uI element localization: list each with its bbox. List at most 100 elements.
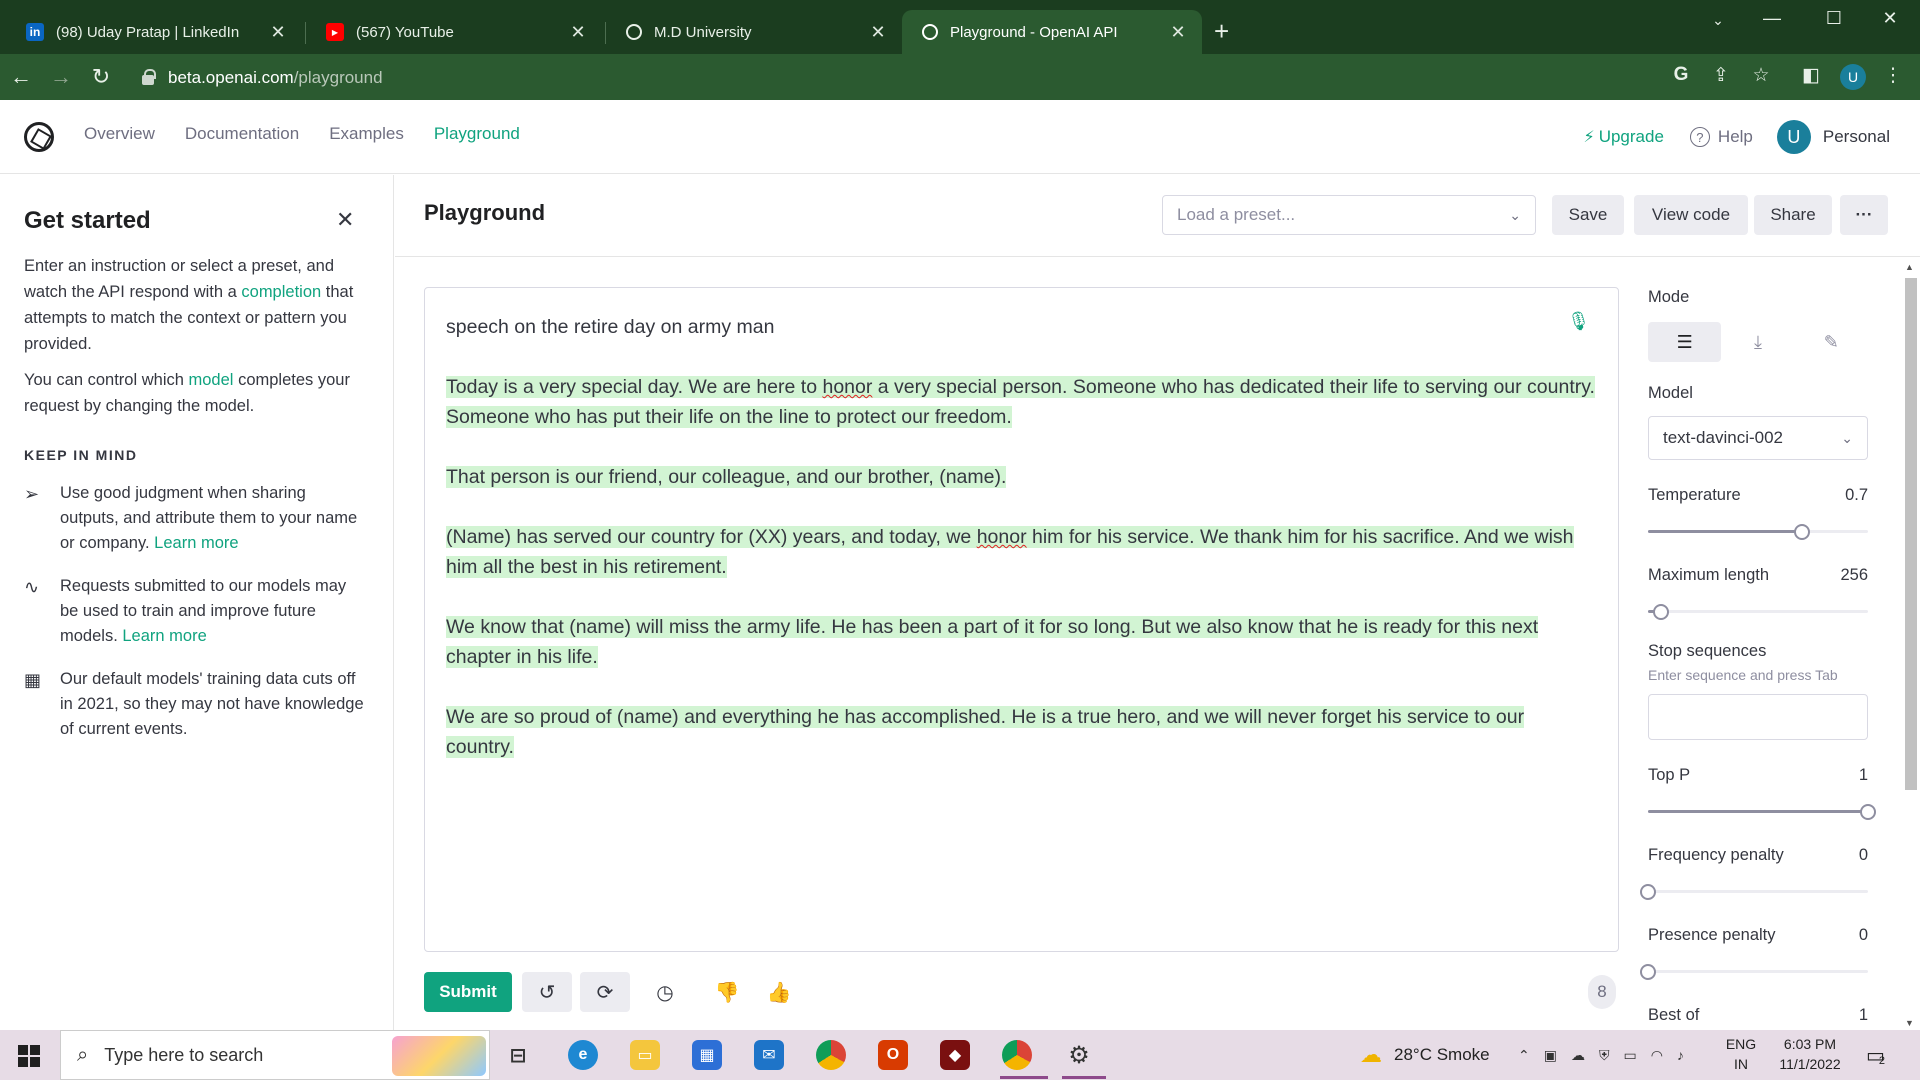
back-icon[interactable]: ← (6, 64, 36, 90)
mode-edit-icon[interactable]: ✎ (1795, 322, 1868, 362)
share-button[interactable]: Share (1754, 195, 1832, 235)
office-icon[interactable]: O (878, 1040, 908, 1070)
top-p-slider[interactable] (1648, 804, 1876, 820)
onedrive-icon[interactable]: ☁ (1571, 1047, 1585, 1064)
file-explorer-icon[interactable]: ▭ (630, 1040, 660, 1070)
user-avatar[interactable]: U (1776, 120, 1811, 154)
store-icon[interactable]: ▦ (692, 1040, 722, 1070)
save-button[interactable]: Save (1552, 195, 1624, 235)
scroll-up-icon[interactable]: ▲ (1905, 262, 1914, 272)
prompt-editor[interactable]: 🎙 speech on the retire day on army man T… (424, 287, 1619, 952)
scrollbar[interactable]: ▲ ▼ (1902, 260, 1918, 1032)
chevron-up-icon[interactable]: ⌃ (1518, 1047, 1530, 1064)
view-code-button[interactable]: View code (1634, 195, 1748, 235)
mode-complete-icon[interactable]: ☰ (1648, 322, 1722, 362)
bookmark-star-icon[interactable]: ☆ (1748, 64, 1774, 87)
account-name[interactable]: Personal (1823, 127, 1890, 147)
tab-youtube[interactable]: ▶ (567) YouTube ✕ (306, 10, 602, 54)
nav-playground[interactable]: Playground (434, 124, 520, 144)
wifi-icon[interactable]: ◠ (1651, 1047, 1663, 1064)
chrome-icon[interactable] (816, 1040, 846, 1070)
maximize-icon[interactable]: ☐ (1814, 8, 1854, 29)
nav-documentation[interactable]: Documentation (185, 124, 299, 144)
windows-start-icon[interactable] (18, 1045, 40, 1067)
browser-menu-icon[interactable]: ⋮ (1880, 64, 1906, 87)
submit-button[interactable]: Submit (424, 972, 512, 1012)
lock-icon (142, 69, 156, 85)
meet-icon[interactable]: ▣ (1544, 1047, 1557, 1064)
help-link[interactable]: ? Help (1689, 127, 1753, 147)
security-icon[interactable]: ⛨ (1599, 1047, 1610, 1064)
slider-thumb[interactable] (1653, 604, 1670, 620)
reload-icon[interactable]: ↻ (86, 64, 116, 90)
presence-penalty-slider[interactable] (1640, 964, 1868, 980)
top-p-label: Top P (1648, 766, 1691, 784)
stop-sequences-input[interactable] (1648, 694, 1868, 740)
close-tab-icon[interactable]: ✕ (568, 22, 588, 43)
close-panel-icon[interactable]: ✕ (336, 207, 354, 233)
mail-icon[interactable]: ✉ (754, 1040, 784, 1070)
thumbs-down-icon[interactable]: 👎 (702, 972, 752, 1012)
regenerate-icon[interactable]: ⟳ (580, 972, 630, 1012)
completion-link[interactable]: completion (241, 283, 321, 301)
tab-md-university[interactable]: M.D University ✕ (606, 10, 902, 54)
close-tab-icon[interactable]: ✕ (868, 22, 888, 43)
slider-thumb[interactable] (1640, 884, 1656, 900)
learn-more-link[interactable]: Learn more (154, 534, 238, 552)
model-link[interactable]: model (189, 371, 234, 389)
tab-linkedin[interactable]: in (98) Uday Pratap | LinkedIn ✕ (6, 10, 302, 54)
completion-text: We know that (name) will miss the army l… (446, 616, 1539, 668)
model-select[interactable]: text-davinci-002 ⌄ (1648, 416, 1868, 460)
browser-profile-avatar[interactable]: U (1840, 64, 1866, 90)
share-icon[interactable]: ⇪ (1708, 64, 1734, 87)
chrome-profile-icon[interactable] (1002, 1040, 1032, 1070)
learn-more-link[interactable]: Learn more (122, 627, 206, 645)
slider-thumb[interactable] (1640, 964, 1656, 980)
url-field[interactable]: beta.openai.com/playground (142, 64, 1762, 92)
nav-examples[interactable]: Examples (329, 124, 404, 144)
minimize-icon[interactable]: — (1752, 8, 1792, 29)
undo-icon[interactable]: ↺ (522, 972, 572, 1012)
completion-text-part: Today is a very special day. We are here… (446, 376, 823, 398)
max-length-slider[interactable] (1648, 604, 1868, 620)
volume-icon[interactable]: ♪ (1677, 1047, 1684, 1063)
edge-icon[interactable]: e (568, 1040, 598, 1070)
scroll-down-icon[interactable]: ▼ (1905, 1018, 1914, 1028)
upgrade-link[interactable]: ⚡ Upgrade (1583, 127, 1663, 147)
preset-placeholder: Load a preset... (1177, 205, 1296, 224)
close-tab-icon[interactable]: ✕ (268, 22, 288, 43)
notification-center[interactable]: ▭ 2 (1866, 1030, 1885, 1080)
forward-icon[interactable]: → (46, 64, 76, 90)
language-indicator[interactable]: ENG IN (1720, 1034, 1762, 1074)
openai-logo-icon[interactable] (24, 122, 54, 152)
side-panel-icon[interactable]: ◧ (1798, 64, 1824, 87)
model-text: You can control which model completes yo… (24, 367, 369, 419)
slider-thumb[interactable] (1794, 524, 1810, 540)
preset-select[interactable]: Load a preset... ⌄ (1162, 195, 1536, 235)
close-tab-icon[interactable]: ✕ (1168, 22, 1188, 43)
nav-overview[interactable]: Overview (84, 124, 155, 144)
chevron-down-icon: ⌄ (1841, 429, 1853, 446)
game-app-icon[interactable]: ◆ (940, 1040, 970, 1070)
google-icon[interactable]: G (1668, 64, 1694, 86)
battery-icon[interactable]: ▭ (1623, 1047, 1636, 1064)
tab-search-icon[interactable]: ⌄ (1698, 12, 1738, 29)
close-window-icon[interactable]: ✕ (1870, 8, 1910, 29)
completion-text: Today is a very special day. We are here… (446, 376, 1595, 428)
weather-widget[interactable]: ☁ 28°C Smoke (1360, 1030, 1490, 1080)
slider-thumb[interactable] (1860, 804, 1876, 820)
settings-gear-icon[interactable]: ⚙ (1064, 1040, 1094, 1070)
thumbs-up-icon[interactable]: 👍 (754, 972, 804, 1012)
clock[interactable]: 6:03 PM 11/1/2022 (1768, 1034, 1852, 1074)
scrollbar-thumb[interactable] (1905, 278, 1917, 790)
temperature-slider[interactable] (1648, 524, 1868, 540)
new-tab-icon[interactable]: + (1214, 18, 1229, 44)
tab-playground[interactable]: Playground - OpenAI API ✕ (902, 10, 1202, 54)
frequency-penalty-slider[interactable] (1640, 884, 1868, 900)
more-options-button[interactable]: ··· (1840, 195, 1888, 235)
mode-insert-icon[interactable]: ⤓ (1721, 322, 1794, 362)
address-bar-row: ← → ↻ beta.openai.com/playground (0, 54, 1920, 100)
history-icon[interactable]: ◷ (640, 972, 690, 1012)
task-view-icon[interactable]: ⊟ (503, 1040, 533, 1070)
microphone-icon[interactable]: 🎙 (1567, 306, 1590, 336)
